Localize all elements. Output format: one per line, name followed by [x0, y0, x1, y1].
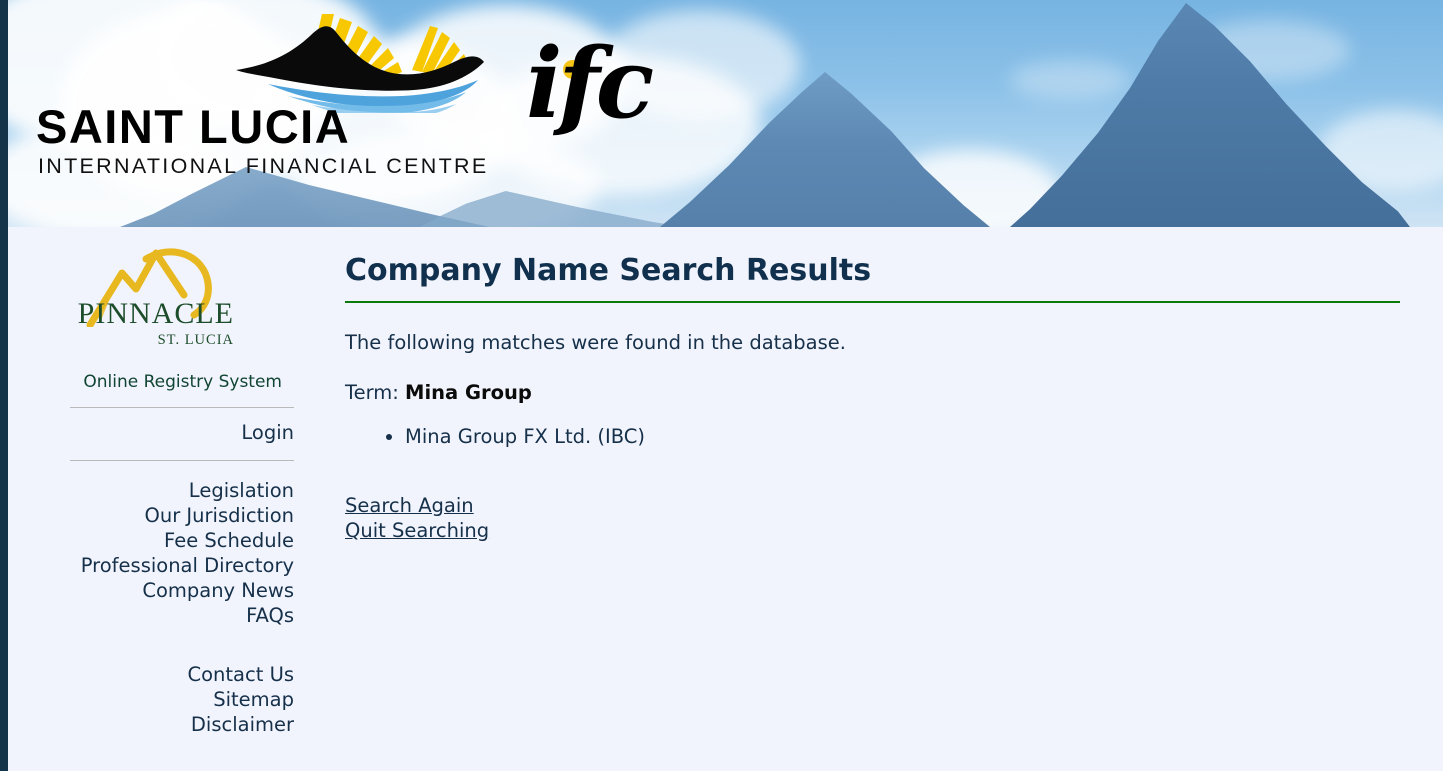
search-term-value: Mina Group — [405, 380, 532, 404]
sidebar-item-contact-us[interactable]: Contact Us — [8, 662, 300, 687]
pinnacle-location: ST. LUCIA — [157, 332, 234, 348]
cloud-shape — [1010, 60, 1130, 100]
main-content: Company Name Search Results The followin… — [345, 227, 1405, 544]
logo-peaks-waves-icon — [236, 14, 484, 113]
page-root: SAINT LUCIA INTERNATIONAL FINANCIAL CENT… — [0, 0, 1443, 771]
online-registry-system-label: Online Registry System — [83, 372, 282, 392]
sidebar-main-group: Legislation Our Jurisdiction Fee Schedul… — [8, 478, 300, 628]
pinnacle-logo[interactable]: PINNACLE ST. LUCIA — [8, 239, 266, 354]
ifc-monogram: ifc — [526, 27, 654, 140]
sidebar-divider — [70, 460, 294, 461]
saint-lucia-ifc-logo[interactable]: SAINT LUCIA INTERNATIONAL FINANCIAL CENT… — [36, 8, 654, 183]
results-list: Mina Group FX Ltd. (IBC) — [345, 424, 1405, 450]
sidebar-item-sitemap[interactable]: Sitemap — [8, 687, 300, 712]
sidebar-item-fee-schedule[interactable]: Fee Schedule — [8, 528, 300, 553]
logo-subtitle: INTERNATIONAL FINANCIAL CENTRE — [38, 154, 489, 178]
sidebar-item-faqs[interactable]: FAQs — [8, 603, 300, 628]
search-again-link[interactable]: Search Again — [345, 493, 474, 519]
sidebar-info-group: Contact Us Sitemap Disclaimer — [8, 662, 300, 737]
sidebar-item-login[interactable]: Login — [8, 420, 300, 445]
logo-title: SAINT LUCIA — [36, 100, 351, 153]
content-area: PINNACLE ST. LUCIA Online Registry Syste… — [8, 227, 1443, 771]
sidebar-divider — [70, 407, 294, 408]
site-banner: SAINT LUCIA INTERNATIONAL FINANCIAL CENT… — [0, 0, 1443, 227]
action-links: Search Again Quit Searching — [345, 493, 1405, 544]
sidebar-item-legislation[interactable]: Legislation — [8, 478, 300, 503]
page-title: Company Name Search Results — [345, 253, 872, 288]
title-rule — [345, 300, 1400, 303]
left-edge-strip — [0, 0, 8, 771]
sidebar-item-company-news[interactable]: Company News — [8, 578, 300, 603]
sidebar-login-group: Login — [8, 420, 300, 445]
pinnacle-wordmark: PINNACLE — [77, 297, 234, 330]
sidebar: PINNACLE ST. LUCIA Online Registry Syste… — [8, 227, 300, 771]
list-item: Mina Group FX Ltd. (IBC) — [405, 424, 1405, 450]
sidebar-item-disclaimer[interactable]: Disclaimer — [8, 712, 300, 737]
results-description: The following matches were found in the … — [345, 330, 846, 354]
quit-searching-link[interactable]: Quit Searching — [345, 518, 489, 544]
logo-wordmark: SAINT LUCIA INTERNATIONAL FINANCIAL CENT… — [36, 103, 506, 178]
search-term-line: Term: Mina Group — [345, 381, 1405, 404]
search-term-label: Term: — [345, 380, 399, 404]
sidebar-item-our-jurisdiction[interactable]: Our Jurisdiction — [8, 503, 300, 528]
sidebar-item-professional-directory[interactable]: Professional Directory — [8, 553, 300, 578]
